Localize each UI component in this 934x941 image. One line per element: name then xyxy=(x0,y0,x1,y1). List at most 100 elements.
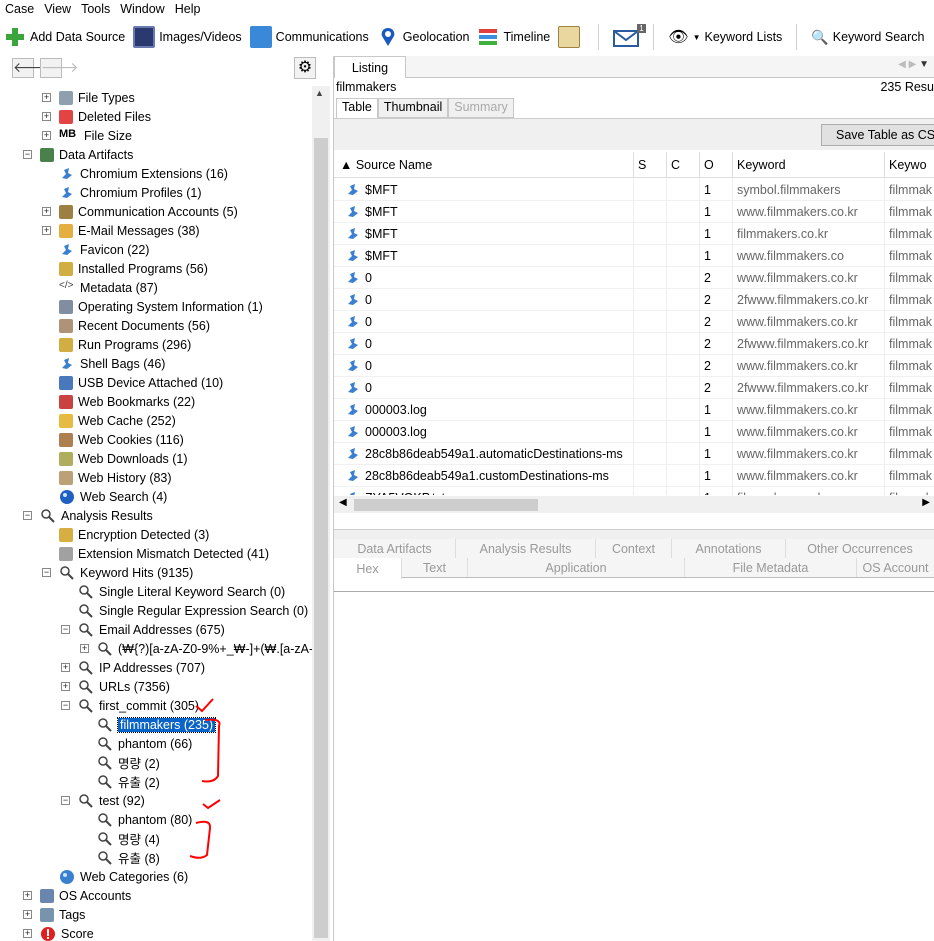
content-tab[interactable]: Hex xyxy=(334,558,402,579)
tree-node[interactable]: Tags xyxy=(40,905,85,924)
collapse-icon[interactable]: − xyxy=(61,701,70,710)
table-row[interactable]: $MFT 1 www.filmmakers.co.kr filmmak xyxy=(334,201,934,223)
tree-node[interactable]: Encryption Detected (3) xyxy=(59,525,209,544)
tab-table[interactable]: Table xyxy=(336,98,378,118)
tree-node[interactable]: URLs (7356) xyxy=(78,677,170,696)
forward-button[interactable]: 🡒 xyxy=(40,58,79,78)
add-data-source-button[interactable]: Add Data Source xyxy=(0,22,129,52)
collapse-icon[interactable]: − xyxy=(23,511,32,520)
menu-view[interactable]: View xyxy=(39,2,76,16)
tree-node[interactable]: MB File Size xyxy=(59,126,132,145)
table-row[interactable]: 0 2 2fwww.filmmakers.co.kr filmmak xyxy=(334,377,934,399)
collapse-icon[interactable]: − xyxy=(61,625,70,634)
expand-icon[interactable]: + xyxy=(80,644,89,653)
tree-node[interactable]: filmmakers (235) xyxy=(97,715,217,734)
expand-icon[interactable]: + xyxy=(42,131,51,140)
column-header[interactable]: ▲ Source Name xyxy=(334,152,634,178)
scrollbar-thumb[interactable] xyxy=(314,138,328,938)
tree-node[interactable]: Web Cache (252) xyxy=(59,411,176,430)
keyword-search-button[interactable]: 🔍 Keyword Search xyxy=(807,22,928,52)
column-header[interactable]: Keywo xyxy=(885,152,934,178)
content-tab[interactable]: Other Occurrences xyxy=(786,539,934,558)
tree-node[interactable]: Single Literal Keyword Search (0) xyxy=(78,582,285,601)
tree-node[interactable]: Web Categories (6) xyxy=(59,867,188,886)
tree-node[interactable]: phantom (66) xyxy=(97,734,192,753)
menu-window[interactable]: Window xyxy=(115,2,169,16)
tree-node[interactable]: Chromium Extensions (16) xyxy=(59,164,228,183)
expand-icon[interactable]: + xyxy=(23,929,32,938)
tree-node[interactable]: Chromium Profiles (1) xyxy=(59,183,202,202)
tree-node[interactable]: E-Mail Messages (38) xyxy=(59,221,200,240)
column-header[interactable]: Keyword xyxy=(733,152,885,178)
scroll-right-arrow-icon[interactable]: ▶ xyxy=(922,497,930,508)
expand-icon[interactable]: + xyxy=(42,226,51,235)
tree-node[interactable]: Extension Mismatch Detected (41) xyxy=(59,544,269,563)
tree-node[interactable]: first_commit (305) xyxy=(78,696,199,715)
tree-node[interactable]: phantom (80) xyxy=(97,810,192,829)
table-row[interactable]: 000003.log 1 www.filmmakers.co.kr filmmak xyxy=(334,421,934,443)
tree-node[interactable]: Single Regular Expression Search (0) xyxy=(78,601,308,620)
column-header[interactable]: S xyxy=(634,152,667,178)
tree-node[interactable]: Web Downloads (1) xyxy=(59,449,188,468)
table-row[interactable]: 0 2 2fwww.filmmakers.co.kr filmmak xyxy=(334,289,934,311)
tree-node[interactable]: Email Addresses (675) xyxy=(78,620,225,639)
splitter[interactable] xyxy=(334,529,934,539)
tab-nav-arrows[interactable]: ◀ ▶ ▼ xyxy=(898,59,929,70)
tab-thumbnail[interactable]: Thumbnail xyxy=(377,98,449,118)
table-row[interactable]: 000003.log 1 www.filmmakers.co.kr filmmak xyxy=(334,399,934,421)
keyword-lists-button[interactable]: 👁 ▼ Keyword Lists xyxy=(664,22,786,52)
content-tab[interactable]: Context xyxy=(596,539,672,558)
hscroll-thumb[interactable] xyxy=(354,499,538,511)
scroll-up-arrow-icon[interactable]: ▲ xyxy=(315,88,324,98)
tree-node[interactable]: 명량 (2) xyxy=(97,753,160,772)
tree-node[interactable]: IP Addresses (707) xyxy=(78,658,205,677)
tree-node[interactable]: File Types xyxy=(59,88,135,107)
tree-node[interactable]: Analysis Results xyxy=(40,506,153,525)
geolocation-button[interactable]: Geolocation xyxy=(373,22,474,52)
tree-node[interactable]: USB Device Attached (10) xyxy=(59,373,223,392)
table-row[interactable]: 28c8b86deab549a1.customDestinations-ms 1 w… xyxy=(334,465,934,487)
tree-node[interactable]: 명량 (4) xyxy=(97,829,160,848)
tree-node[interactable]: Shell Bags (46) xyxy=(59,354,165,373)
tab-summary[interactable]: Summary xyxy=(448,98,514,118)
tree-node[interactable]: 유출 (2) xyxy=(97,772,160,791)
tree-node[interactable]: Run Programs (296) xyxy=(59,335,191,354)
tree-node[interactable]: Data Artifacts xyxy=(40,145,133,164)
expand-icon[interactable]: + xyxy=(42,93,51,102)
table-row[interactable]: 28c8b86deab549a1.automaticDestinations-m… xyxy=(334,443,934,465)
notifications-button[interactable]: 1 xyxy=(609,22,646,52)
tree-node[interactable]: Favicon (22) xyxy=(59,240,149,259)
menu-case[interactable]: Case xyxy=(0,2,39,16)
tree-node[interactable]: Keyword Hits (9135) xyxy=(59,563,193,582)
content-tab[interactable]: Application xyxy=(468,558,685,577)
tree-scrollbar[interactable]: ▲ xyxy=(312,86,330,941)
tree-node[interactable]: 유출 (8) xyxy=(97,848,160,867)
table-row[interactable]: 0 2 www.filmmakers.co.kr filmmak xyxy=(334,267,934,289)
tree-node[interactable]: Recent Documents (56) xyxy=(59,316,210,335)
tree-node[interactable]: Score xyxy=(40,924,94,941)
tab-listing[interactable]: Listing xyxy=(334,56,406,78)
expand-icon[interactable]: + xyxy=(42,112,51,121)
report-button[interactable] xyxy=(554,22,588,52)
content-tab[interactable]: Text xyxy=(402,558,468,577)
save-table-csv-button[interactable]: Save Table as CSV xyxy=(821,124,934,146)
table-row[interactable]: $MFT 1 filmmakers.co.kr filmmak xyxy=(334,223,934,245)
tree-node[interactable]: Installed Programs (56) xyxy=(59,259,208,278)
table-row[interactable]: ZYA5VOKP.txt 1 filmmakers.co.kr filmmak xyxy=(334,487,934,495)
content-tab[interactable]: Data Artifacts xyxy=(334,539,456,558)
tree-node[interactable]: Deleted Files xyxy=(59,107,151,126)
expand-icon[interactable]: + xyxy=(23,910,32,919)
expand-icon[interactable]: + xyxy=(42,207,51,216)
content-tab[interactable]: Annotations xyxy=(672,539,786,558)
tree-node[interactable]: Web Bookmarks (22) xyxy=(59,392,195,411)
menu-tools[interactable]: Tools xyxy=(76,2,115,16)
collapse-icon[interactable]: − xyxy=(42,568,51,577)
expand-icon[interactable]: + xyxy=(61,663,70,672)
menu-help[interactable]: Help xyxy=(170,2,206,16)
table-row[interactable]: $MFT 1 symbol.filmmakers filmmak xyxy=(334,179,934,201)
column-header[interactable]: O xyxy=(700,152,733,178)
tree-node[interactable]: Operating System Information (1) xyxy=(59,297,263,316)
tree-node[interactable]: test (92) xyxy=(78,791,145,810)
tree-node[interactable]: Web Cookies (116) xyxy=(59,430,184,449)
table-hscrollbar[interactable]: ◀ ▶ xyxy=(334,496,934,513)
